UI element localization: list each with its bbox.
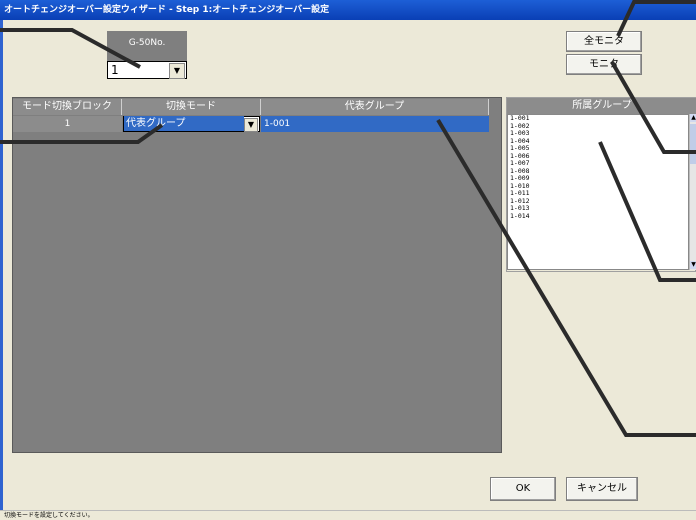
dropdown-arrow-icon[interactable]: ▼ — [169, 63, 185, 79]
window-title-bar: オートチェンジオーバー設定ウィザード - Step 1:オートチェンジオーバー設… — [0, 0, 696, 20]
mode-select[interactable]: 代表グループ ▼ — [123, 116, 260, 132]
list-item[interactable]: 1-012 — [510, 197, 688, 206]
g50-number-select[interactable]: 1 ▼ — [107, 61, 187, 79]
dropdown-arrow-icon[interactable]: ▼ — [244, 118, 258, 132]
list-item[interactable]: 1-005 — [510, 144, 688, 153]
ok-button[interactable]: OK — [490, 477, 556, 501]
scroll-up-icon[interactable]: ▲ — [690, 114, 696, 122]
g50-selected-value: 1 — [111, 63, 119, 77]
g50-label: G-50No. — [107, 31, 187, 61]
all-monitor-button[interactable]: 全モニタ — [566, 31, 642, 52]
list-item[interactable]: 1-013 — [510, 204, 688, 213]
list-item[interactable]: 1-014 — [510, 212, 688, 221]
list-item[interactable]: 1-008 — [510, 167, 688, 176]
scroll-thumb[interactable] — [690, 124, 696, 164]
list-item[interactable]: 1-004 — [510, 137, 688, 146]
list-item[interactable]: 1-001 — [510, 115, 688, 123]
list-item[interactable]: 1-002 — [510, 122, 688, 131]
column-header-group: 代表グループ — [261, 99, 489, 115]
row-block-number: 1 — [13, 116, 122, 132]
monitor-button[interactable]: モニタ — [566, 54, 642, 75]
table-row[interactable]: 1 代表グループ ▼ 1-001 — [13, 116, 489, 132]
cancel-button[interactable]: キャンセル — [566, 477, 638, 501]
list-item[interactable]: 1-006 — [510, 152, 688, 161]
status-bar: 切換モードを設定してください。 — [0, 510, 696, 519]
group-list-scrollbar[interactable]: ▲ ▼ — [689, 114, 696, 270]
list-item[interactable]: 1-003 — [510, 129, 688, 138]
member-group-header: 所属グループ — [507, 98, 696, 114]
list-item[interactable]: 1-009 — [510, 174, 688, 183]
member-group-list[interactable]: 1-001 1-002 1-003 1-004 1-005 1-006 1-00… — [507, 114, 689, 270]
list-item[interactable]: 1-011 — [510, 189, 688, 198]
column-header-block: モード切換ブロック — [13, 99, 122, 115]
scroll-down-icon[interactable]: ▼ — [690, 261, 696, 269]
mode-selected-value: 代表グループ — [124, 116, 244, 131]
list-item[interactable]: 1-010 — [510, 182, 688, 191]
status-text: 切換モードを設定してください。 — [4, 512, 94, 519]
column-header-mode: 切換モード — [122, 99, 261, 115]
window-title: オートチェンジオーバー設定ウィザード - Step 1:オートチェンジオーバー設… — [4, 5, 330, 15]
mode-block-grid: モード切換ブロック 切換モード 代表グループ 1 代表グループ ▼ 1-001 — [12, 97, 502, 453]
row-representative-group[interactable]: 1-001 — [261, 116, 489, 132]
member-group-panel: 所属グループ 1-001 1-002 1-003 1-004 1-005 1-0… — [506, 97, 696, 272]
list-item[interactable]: 1-007 — [510, 159, 688, 168]
